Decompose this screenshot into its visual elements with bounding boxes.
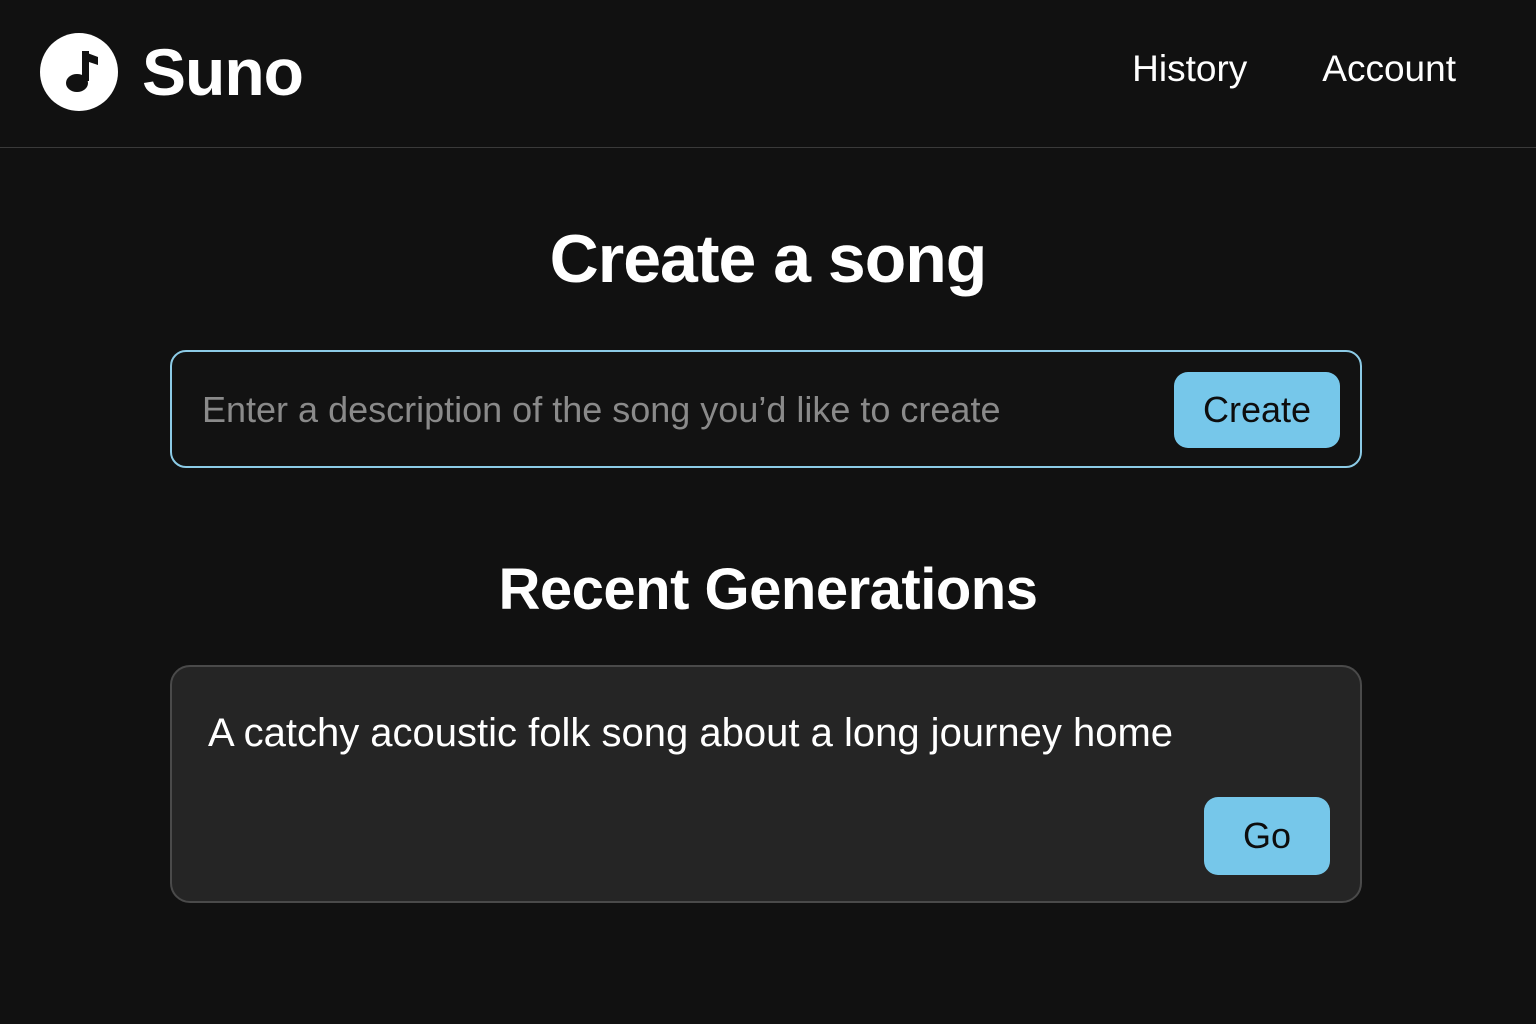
song-prompt-box: Create [170,350,1362,468]
go-button[interactable]: Go [1204,797,1330,875]
recent-generations-title: Recent Generations [498,557,1038,622]
nav-account-link[interactable]: Account [1322,48,1456,90]
music-note-icon [40,33,118,111]
top-nav: History Account [1132,48,1456,90]
logo[interactable]: Suno [40,33,304,111]
generation-card: A catchy acoustic folk song about a long… [170,665,1362,903]
nav-history-link[interactable]: History [1132,48,1247,90]
generation-description: A catchy acoustic folk song about a long… [208,711,1174,755]
song-description-input[interactable] [202,380,1162,440]
app-header: Suno History Account [0,0,1536,148]
logo-text: Suno [142,35,304,109]
create-button[interactable]: Create [1174,372,1340,448]
page-title: Create a song [549,221,988,297]
